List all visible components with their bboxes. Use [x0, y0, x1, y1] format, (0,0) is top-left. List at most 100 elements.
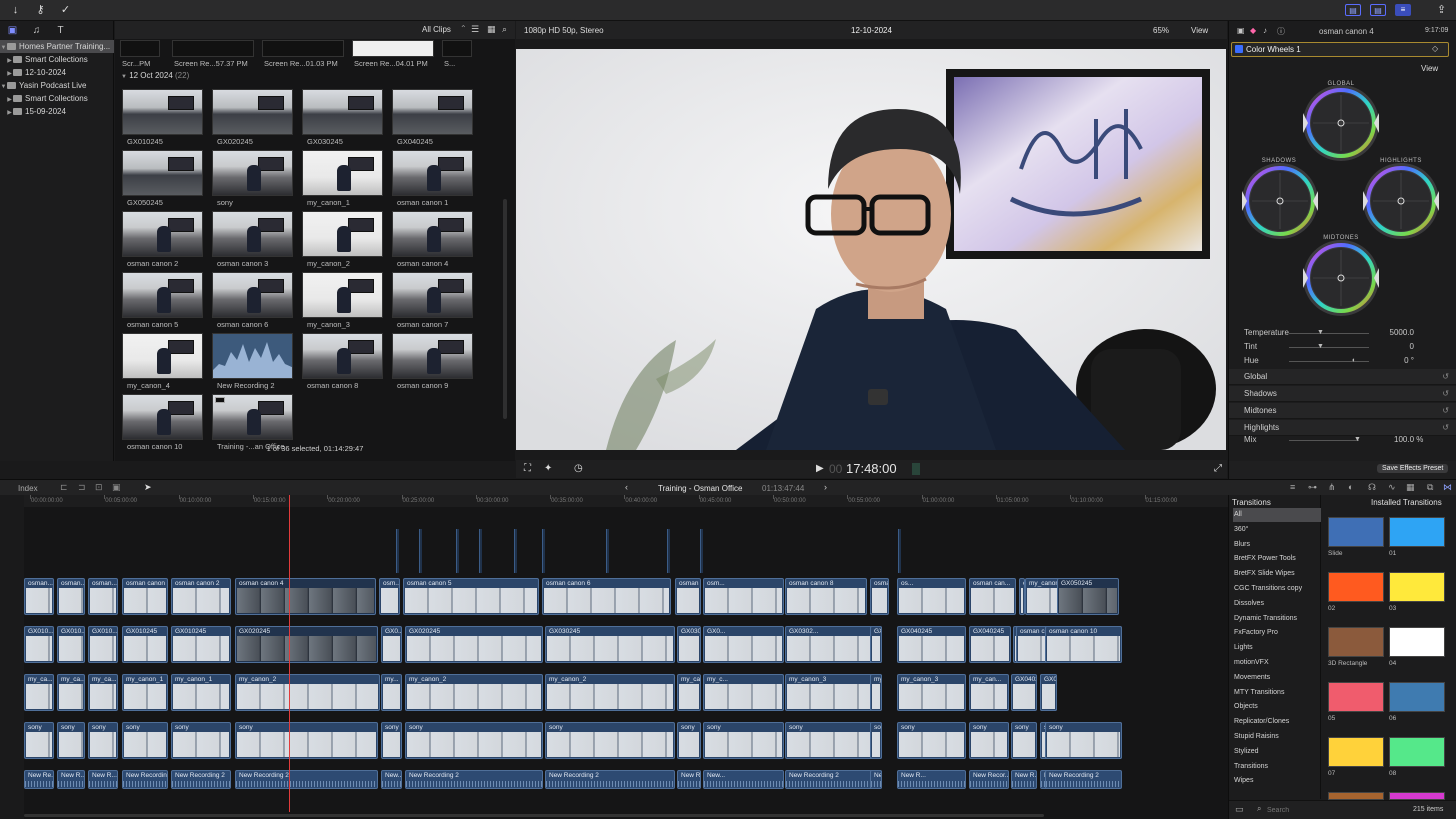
- timeline-clip[interactable]: osman canon 10: [1045, 626, 1122, 663]
- library-item[interactable]: ▼ Yasin Podcast Live: [0, 79, 114, 92]
- group-toggle-icon[interactable]: ▼: [121, 74, 127, 80]
- top-strip-thumbnail[interactable]: [442, 40, 472, 57]
- inspector-view-popup[interactable]: View: [1421, 64, 1438, 73]
- viewer-view-popup[interactable]: View: [1191, 26, 1208, 35]
- timeline-clip[interactable]: GX040245: [870, 626, 882, 663]
- timeline-clip[interactable]: osm...: [703, 578, 784, 615]
- param-value[interactable]: 5000.0: [1374, 328, 1414, 337]
- audio-clip[interactable]: New Recording 2: [122, 770, 168, 789]
- audio-clip[interactable]: New R...: [57, 770, 85, 789]
- param-slider[interactable]: [1289, 361, 1369, 362]
- mix-slider[interactable]: [1289, 440, 1359, 441]
- top-strip-thumbnail[interactable]: [172, 40, 254, 57]
- audio-clip[interactable]: New Recording 2: [235, 770, 378, 789]
- timeline-clip[interactable]: os...: [897, 578, 966, 615]
- timeline-clip[interactable]: sony: [897, 722, 966, 759]
- timeline-clip[interactable]: osman canon 1: [122, 578, 168, 615]
- highlights-wheel[interactable]: [1361, 161, 1441, 241]
- top-strip-thumbnail[interactable]: [262, 40, 344, 57]
- skimming-icon[interactable]: ⋔: [1328, 482, 1336, 493]
- timeline-clip[interactable]: sony: [870, 722, 882, 759]
- transition-category[interactable]: BretFX Slide Wipes: [1233, 567, 1321, 581]
- share-icon[interactable]: ⇪: [1434, 3, 1449, 18]
- audio-clip[interactable]: New Recording 2: [1045, 770, 1122, 789]
- transition-category[interactable]: 360°: [1233, 523, 1321, 537]
- layout-browser-icon[interactable]: ▤: [1345, 4, 1361, 16]
- timeline-clip[interactable]: my...: [381, 674, 402, 711]
- group-header[interactable]: ▼ 12 Oct 2024 (22): [121, 71, 189, 80]
- timeline-clip[interactable]: GX030245: [677, 626, 701, 663]
- section-highlights[interactable]: Highlights ↺: [1229, 420, 1456, 436]
- timeline-clip[interactable]: osman canon 4: [235, 578, 376, 615]
- transition-thumbnail[interactable]: [1389, 682, 1445, 712]
- timeline-clip[interactable]: GX0...: [381, 626, 402, 663]
- effect-selector[interactable]: Color Wheels 1 ◇: [1231, 42, 1449, 57]
- midtones-wheel[interactable]: [1301, 238, 1381, 318]
- library-item[interactable]: ▶ 12-10-2024: [0, 66, 114, 79]
- timeline-clip[interactable]: osman can...: [1016, 626, 1048, 663]
- timeline-clip[interactable]: my_canon_3: [677, 674, 701, 711]
- effect-enable-checkbox[interactable]: [1235, 45, 1243, 53]
- timeline-clip[interactable]: GX010...: [24, 626, 54, 663]
- audio-inspector-icon[interactable]: ♪: [1263, 26, 1267, 35]
- audio-clip[interactable]: New Recor...: [969, 770, 1009, 789]
- param-slider-knob-icon[interactable]: ▼: [1317, 343, 1324, 350]
- transition-category[interactable]: All: [1233, 508, 1321, 522]
- connect-icon[interactable]: ⊏: [60, 482, 68, 493]
- transition-category[interactable]: motionVFX: [1233, 656, 1321, 670]
- title-clip-marker[interactable]: [419, 529, 422, 573]
- title-clip-marker[interactable]: [700, 529, 703, 573]
- timeline-clip[interactable]: osman canon 9: [870, 578, 889, 615]
- disclosure-closed-icon[interactable]: ▶: [6, 107, 13, 118]
- clip-thumbnail[interactable]: [302, 333, 383, 379]
- timeline-clip[interactable]: sony: [1011, 722, 1037, 759]
- global-wheel[interactable]: [1301, 83, 1381, 163]
- timeline-clip[interactable]: sony: [969, 722, 1009, 759]
- timeline-clip[interactable]: sony: [24, 722, 54, 759]
- timeline-clip[interactable]: sony: [677, 722, 701, 759]
- transition-category[interactable]: FxFactory Pro: [1233, 626, 1321, 640]
- timeline-clip[interactable]: osman...: [24, 578, 54, 615]
- timeline-clip[interactable]: my_canon_2: [405, 674, 543, 711]
- installed-transitions-popup[interactable]: Installed Transitions: [1371, 498, 1442, 507]
- clip-thumbnail[interactable]: [302, 89, 383, 135]
- save-effects-preset-button[interactable]: Save Effects Preset: [1377, 464, 1449, 473]
- audio-clip[interactable]: New Recording 2: [545, 770, 675, 789]
- index-button[interactable]: Index: [18, 484, 38, 493]
- transition-category[interactable]: Lights: [1233, 641, 1321, 655]
- titles-tab-icon[interactable]: T: [55, 25, 66, 36]
- clip-filter-popup[interactable]: All Clips: [422, 25, 451, 34]
- section-global[interactable]: Global ↺: [1229, 369, 1456, 385]
- transition-thumbnail[interactable]: [1328, 682, 1384, 712]
- transition-thumbnail[interactable]: [1389, 572, 1445, 602]
- clip-thumbnail[interactable]: [122, 333, 203, 379]
- timeline-clip[interactable]: GX040245: [897, 626, 966, 663]
- clip-thumbnail[interactable]: [212, 333, 293, 379]
- clip-thumbnail[interactable]: [212, 211, 293, 257]
- list-view-icon[interactable]: ☰: [471, 24, 479, 35]
- clip-thumbnail[interactable]: [212, 89, 293, 135]
- timeline-clip[interactable]: GX020245: [235, 626, 378, 663]
- bowtie-icon[interactable]: ⋈: [1443, 482, 1452, 493]
- transition-category[interactable]: CGC Transitions copy: [1233, 582, 1321, 596]
- transition-thumbnail[interactable]: [1389, 737, 1445, 767]
- transition-category[interactable]: Blurs: [1233, 538, 1321, 552]
- transition-category[interactable]: Stylized: [1233, 745, 1321, 759]
- select-tool-icon[interactable]: ➤: [144, 482, 152, 493]
- transition-thumbnail-partial[interactable]: [1389, 792, 1445, 800]
- audio-clip[interactable]: New Recording 2: [405, 770, 543, 789]
- transition-thumbnail[interactable]: [1328, 517, 1384, 547]
- timeline-tracks[interactable]: osman... osman... osman... osman canon 1 osm…: [24, 495, 1228, 812]
- timeline-clip[interactable]: GX0302...: [785, 626, 882, 663]
- transition-category[interactable]: Wipes: [1233, 774, 1321, 788]
- clip-thumbnail[interactable]: [302, 150, 383, 196]
- audio-clip[interactable]: New R...: [897, 770, 966, 789]
- reset-icon[interactable]: ↺: [1442, 369, 1449, 385]
- transition-category[interactable]: Movements: [1233, 671, 1321, 685]
- timeline-clip[interactable]: my_canon_3: [897, 674, 966, 711]
- title-clip-marker[interactable]: [606, 529, 609, 573]
- clip-thumbnail[interactable]: [122, 272, 203, 318]
- disclosure-open-icon[interactable]: ▼: [0, 42, 7, 53]
- audio-clip[interactable]: New Recording 2: [870, 770, 882, 789]
- mix-value[interactable]: 100.0 %: [1394, 435, 1423, 444]
